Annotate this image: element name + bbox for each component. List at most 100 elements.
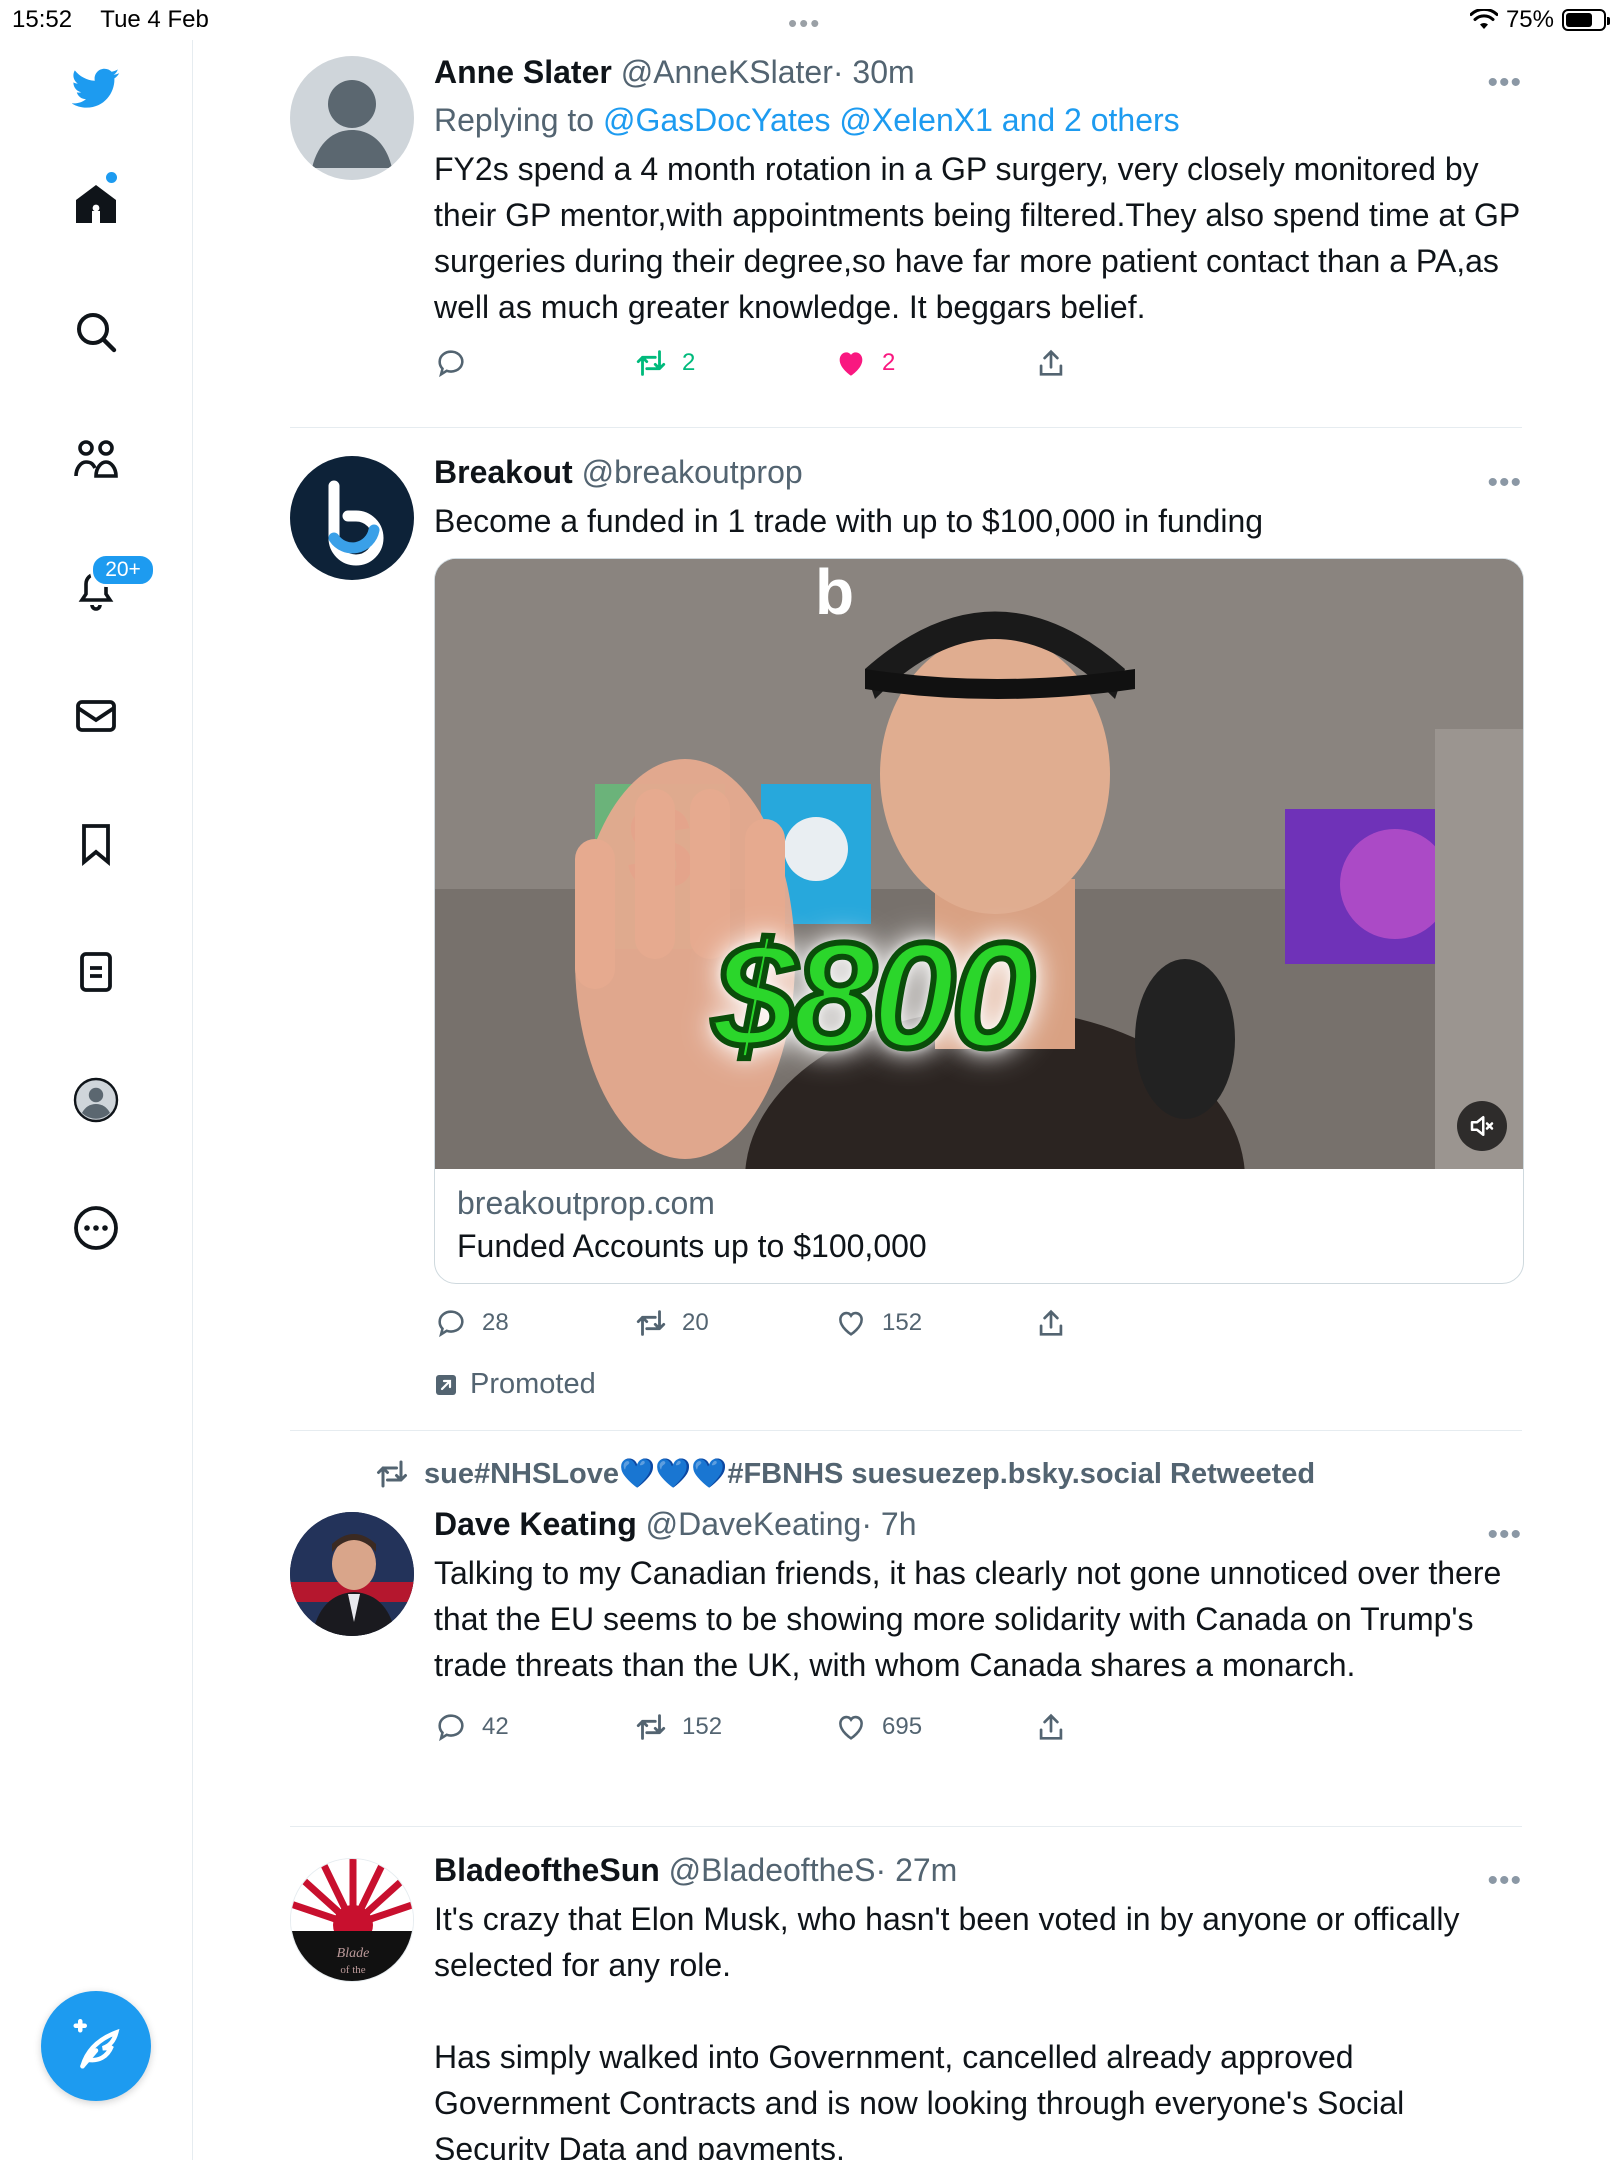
avatar[interactable]: [290, 1512, 414, 1636]
more-options-icon[interactable]: •••: [1487, 1518, 1522, 1552]
tweet-bladeofthesun[interactable]: Blade of the BladeoftheSun @BladeoftheS·…: [290, 1850, 1522, 2160]
retweet-icon: [636, 1714, 666, 1740]
video-overlay-price: $800: [710, 908, 1038, 1082]
retweet-count: 2: [682, 349, 696, 376]
svg-text:of the: of the: [340, 1964, 365, 1976]
status-time: 15:52: [12, 6, 73, 33]
twitter-bird-icon: [72, 68, 120, 108]
retweet-icon: [636, 350, 666, 376]
replying-prefix: Replying to: [434, 102, 595, 138]
display-name[interactable]: Breakout: [434, 454, 573, 490]
battery-level: [1566, 13, 1592, 27]
magnifier-icon: [77, 313, 117, 353]
retweet-button[interactable]: 20: [634, 1306, 709, 1340]
messages-icon[interactable]: [56, 676, 136, 756]
tweet-anne-slater[interactable]: Anne Slater @AnneKSlater· 30m ••• Replyi…: [290, 52, 1522, 412]
compose-tweet-icon: [73, 2019, 120, 2069]
retweeted-by-text: sue#NHSLove💙💙💙#FBNHS suesuezep.bsky.soci…: [424, 1458, 1316, 1490]
share-icon: [1039, 349, 1063, 376]
status-bar-right: 75%: [1469, 6, 1610, 34]
promoted-label[interactable]: Promoted: [434, 1368, 1522, 1401]
compose-tweet-button[interactable]: [41, 1991, 151, 2101]
avatar[interactable]: Blade of the: [290, 1858, 414, 1982]
share-button[interactable]: [1034, 1710, 1068, 1744]
retweet-button[interactable]: 152: [634, 1710, 722, 1744]
link-card[interactable]: $ b: [434, 558, 1524, 1284]
display-name[interactable]: BladeoftheSun: [434, 1852, 660, 1888]
replying-to-links[interactable]: @GasDocYates @XelenX1 and 2 others: [603, 102, 1180, 138]
like-count: 2: [882, 349, 896, 376]
card-video[interactable]: $ b: [435, 559, 1523, 1169]
notifications-badge: 20+: [90, 553, 156, 587]
share-button[interactable]: [1034, 346, 1068, 380]
breakout-logo-icon: [328, 480, 384, 566]
list-document-icon: [80, 952, 112, 992]
retweet-icon: [377, 1460, 407, 1488]
share-icon: [1039, 1309, 1063, 1336]
status-date: Tue 4 Feb: [100, 6, 209, 33]
more-icon[interactable]: [56, 1188, 136, 1268]
tweet-content: BladeoftheSun @BladeoftheS· 27m ••• It's…: [434, 1850, 1522, 2160]
battery-icon: [1562, 9, 1610, 31]
avatar[interactable]: [290, 456, 414, 580]
tweet-text-paragraph-2: Has simply walked into Government, cance…: [434, 2039, 1405, 2160]
ellipsis-circle-icon: [74, 1206, 118, 1250]
reply-icon: [438, 1714, 464, 1742]
more-options-icon[interactable]: •••: [1487, 1864, 1522, 1898]
tweet-content: Dave Keating @DaveKeating· 7h ••• Talkin…: [434, 1504, 1522, 1754]
profile-avatar-icon: [73, 1077, 119, 1123]
tweet-divider: [290, 1430, 1522, 1431]
avatar[interactable]: [290, 56, 414, 180]
home-icon[interactable]: [56, 164, 136, 244]
search-icon[interactable]: [56, 292, 136, 372]
status-bar-left: 15:52 Tue 4 Feb: [12, 6, 231, 34]
like-button[interactable]: 152: [834, 1306, 922, 1340]
tweet-text: FY2s spend a 4 month rotation in a GP su…: [434, 151, 1520, 325]
reply-button[interactable]: 42: [434, 1710, 509, 1744]
display-name[interactable]: Anne Slater: [434, 54, 612, 90]
tweet-text-paragraph-1: It's crazy that Elon Musk, who hasn't be…: [434, 1901, 1460, 1983]
battery-percent: 75%: [1505, 6, 1554, 33]
like-button[interactable]: 2: [834, 346, 895, 380]
bookmark-icon: [82, 824, 110, 867]
tweet-header: BladeoftheSun @BladeoftheS· 27m: [434, 1850, 1522, 1890]
tweet-header: Dave Keating @DaveKeating· 7h: [434, 1504, 1522, 1544]
user-handle[interactable]: @BladeoftheS: [669, 1852, 876, 1888]
communities-icon[interactable]: [56, 420, 136, 500]
promoted-text: Promoted: [470, 1368, 596, 1400]
more-options-icon[interactable]: •••: [1487, 466, 1522, 500]
card-meta: breakoutprop.com Funded Accounts up to $…: [435, 1169, 1523, 1283]
timestamp[interactable]: · 27m: [876, 1852, 958, 1888]
user-handle[interactable]: @AnneKSlater: [621, 54, 833, 90]
reply-count: 28: [482, 1309, 509, 1336]
profile-icon[interactable]: [56, 1060, 136, 1140]
more-options-icon[interactable]: •••: [1487, 66, 1522, 100]
lists-icon[interactable]: [56, 932, 136, 1012]
tweet-header: Anne Slater @AnneKSlater· 30m: [434, 52, 1522, 92]
mute-button[interactable]: [1457, 1101, 1507, 1151]
tweet-breakout-promoted[interactable]: Breakout @breakoutprop ••• Become a fund…: [290, 452, 1524, 1412]
like-count: 695: [882, 1713, 923, 1740]
tweet-divider: [290, 427, 1522, 428]
multitasking-dots[interactable]: •••: [788, 8, 821, 39]
user-handle[interactable]: @DaveKeating: [646, 1506, 862, 1542]
bookmarks-icon[interactable]: [56, 804, 136, 884]
user-handle[interactable]: @breakoutprop: [582, 454, 803, 490]
reply-button[interactable]: [434, 346, 482, 380]
reply-button[interactable]: 28: [434, 1306, 509, 1340]
status-bar: 15:52 Tue 4 Feb ••• 75%: [0, 0, 1620, 40]
tweet-header: Breakout @breakoutprop: [434, 452, 1522, 492]
share-button[interactable]: [1034, 1306, 1068, 1340]
display-name[interactable]: Dave Keating: [434, 1506, 637, 1542]
like-button[interactable]: 695: [834, 1710, 922, 1744]
timestamp[interactable]: · 7h: [861, 1506, 916, 1542]
home-unread-dot: [106, 172, 117, 183]
tweet-actions: 42 152 695: [434, 1710, 1522, 1754]
retweet-button[interactable]: 2: [634, 346, 695, 380]
retweeted-by-row[interactable]: sue#NHSLove💙💙💙#FBNHS suesuezep.bsky.soci…: [374, 1456, 1315, 1492]
reply-icon: [438, 350, 464, 378]
timestamp[interactable]: · 30m: [833, 54, 915, 90]
tweet-dave-keating[interactable]: Dave Keating @DaveKeating· 7h ••• Talkin…: [290, 1504, 1522, 1804]
reply-count: 42: [482, 1713, 509, 1740]
twitter-logo-icon[interactable]: [56, 48, 136, 128]
